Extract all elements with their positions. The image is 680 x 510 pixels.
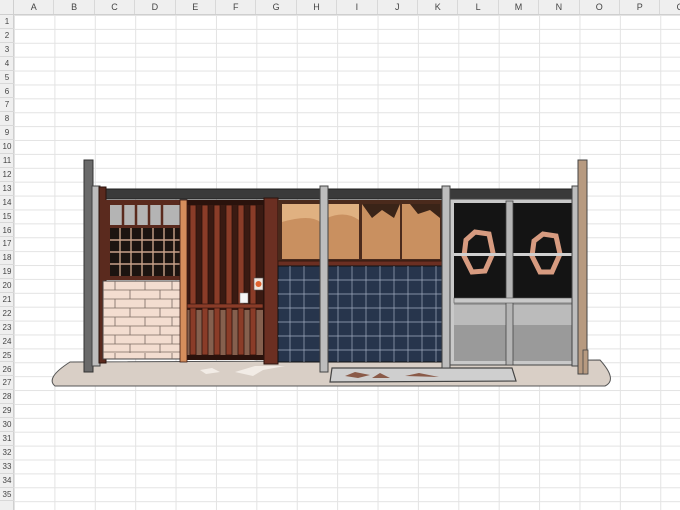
glass-door-left[interactable] (454, 203, 507, 361)
window-upper-glass (110, 205, 180, 225)
right-center-pillar (441, 185, 451, 369)
lattice-door-crossbar (186, 303, 264, 309)
right-small-post (582, 349, 589, 375)
spreadsheet: ABCDEFGHIJKLMNOPQ 1234567891011121314151… (0, 0, 680, 510)
door-crossbar-right (512, 253, 572, 256)
roof-beam (94, 188, 578, 200)
storefront-drawing[interactable] (0, 0, 680, 510)
door-note (239, 292, 249, 304)
center-pillar (319, 185, 329, 373)
door-mid-rail (453, 297, 573, 304)
lattice-door-left-post (179, 199, 188, 363)
noren-curtain[interactable] (277, 265, 445, 363)
door-divider (505, 200, 514, 366)
right-end-post (577, 159, 588, 375)
glass-door-right[interactable] (512, 203, 572, 361)
wood-pillar (263, 197, 279, 365)
door-crossbar-left (454, 253, 507, 256)
sign-emblem-icon (255, 281, 262, 287)
